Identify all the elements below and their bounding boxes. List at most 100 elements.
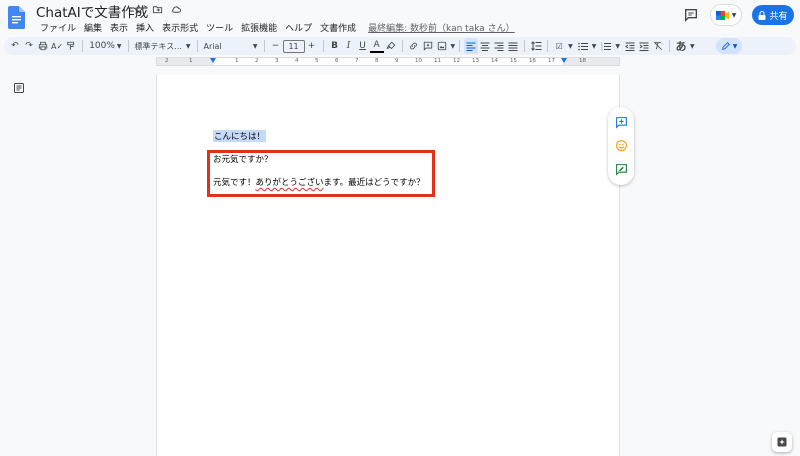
left-indent-marker[interactable] [210, 58, 216, 63]
formatting-toolbar: ↶ ↷ A✓ 100% ▼ 標準テキス... ▼ Arial ▼ − 11 + B I… [4, 37, 796, 55]
chevron-down-icon[interactable]: ▼ [568, 43, 573, 50]
toolbar-divider [459, 40, 461, 52]
svg-text:3: 3 [601, 47, 603, 51]
chevron-down-icon[interactable]: ▼ [451, 43, 456, 50]
increase-font-size-button[interactable]: + [305, 38, 319, 54]
cloud-status-icon[interactable] [169, 2, 183, 16]
right-indent-marker[interactable] [561, 58, 567, 63]
comment-history-icon[interactable] [683, 7, 699, 23]
svg-text:1: 1 [601, 42, 603, 46]
numbered-list-icon[interactable]: 123 [599, 38, 613, 54]
chevron-down-icon: ▼ [185, 42, 191, 50]
ruler-number: 10 [415, 58, 422, 64]
title-bar: ChatAIで文書作成 ファイル 編集 表示 挿入 表示形式 ツール 拡張機能 … [0, 0, 800, 34]
lock-icon [758, 10, 766, 20]
menu-edit[interactable]: 編集 [80, 21, 106, 34]
star-icon[interactable] [131, 2, 145, 16]
annotation-highlight-box [207, 150, 435, 197]
paragraph-greeting[interactable]: こんにちは！ [213, 130, 267, 142]
menu-extensions[interactable]: 拡張機能 [237, 21, 281, 34]
menu-help[interactable]: ヘルプ [281, 21, 316, 34]
ruler-number: 8 [375, 58, 379, 64]
last-edit-link[interactable]: 最終編集: 数秒前（kan taka さん） [364, 21, 519, 34]
add-comment-icon[interactable] [614, 116, 628, 130]
print-icon[interactable] [36, 38, 50, 54]
docs-window: ChatAIで文書作成 ファイル 編集 表示 挿入 表示形式 ツール 拡張機能 … [0, 0, 800, 456]
align-center-icon[interactable] [478, 38, 492, 54]
align-right-icon[interactable] [492, 38, 506, 54]
toolbar-divider [547, 40, 549, 52]
menu-tools[interactable]: ツール [202, 21, 237, 34]
document-page[interactable]: こんにちは！ お元気ですか？ 元気です！ありがとうございます。最近はどうですか？ [156, 75, 620, 456]
horizontal-ruler[interactable]: 2 1 1 2 3 4 5 6 7 8 9 10 11 12 13 14 15 … [156, 57, 620, 66]
svg-text:2: 2 [601, 44, 603, 48]
paragraph-style-select[interactable]: 標準テキス... ▼ [133, 38, 193, 54]
paragraph-style-value: 標準テキス... [134, 41, 182, 51]
share-button[interactable]: 共有 [752, 5, 794, 25]
clear-formatting-icon[interactable] [651, 38, 665, 54]
ruler-number: 4 [295, 58, 299, 64]
checklist-icon[interactable]: ☑ [552, 38, 566, 54]
chevron-down-icon: ▼ [732, 42, 738, 50]
text-color-icon[interactable]: A [369, 40, 384, 53]
ruler-number: 14 [491, 58, 498, 64]
chevron-down-icon: ▼ [252, 42, 258, 50]
toolbar-divider [82, 40, 84, 52]
menu-view[interactable]: 表示 [106, 21, 132, 34]
italic-icon[interactable]: I [342, 38, 356, 54]
menu-doc-writing[interactable]: 文書作成 [316, 21, 360, 34]
insert-image-icon[interactable] [435, 38, 449, 54]
chevron-down-icon[interactable]: ▼ [690, 43, 695, 50]
bulleted-list-icon[interactable] [576, 38, 590, 54]
toolbar-divider [669, 40, 671, 52]
chevron-down-icon[interactable]: ▼ [592, 43, 597, 50]
highlight-color-icon[interactable] [384, 38, 398, 54]
underline-icon[interactable]: U [356, 38, 370, 54]
suggest-edits-icon[interactable] [614, 162, 628, 176]
zoom-select[interactable]: 100% ▼ [87, 38, 123, 54]
ruler-number: 1 [235, 58, 239, 64]
increase-indent-icon[interactable] [637, 38, 651, 54]
ruler-number: 2 [255, 58, 259, 64]
explore-sparkle-icon [777, 437, 787, 447]
input-tools-button[interactable]: あ [674, 38, 688, 54]
bold-icon[interactable]: B [328, 38, 342, 54]
menu-format[interactable]: 表示形式 [158, 21, 202, 34]
line-spacing-icon[interactable] [529, 38, 543, 54]
ruler-number: 7 [355, 58, 359, 64]
ruler-number: 5 [315, 58, 319, 64]
toolbar-divider [401, 40, 403, 52]
undo-icon[interactable]: ↶ [8, 38, 22, 54]
explore-button[interactable] [772, 432, 792, 452]
docs-logo-icon[interactable] [8, 6, 25, 29]
emoji-reaction-icon[interactable] [614, 139, 628, 153]
align-left-icon[interactable] [464, 38, 479, 54]
ruler-right-margin[interactable] [563, 58, 619, 65]
ruler-number: 13 [472, 58, 479, 64]
spellcheck-icon[interactable]: A✓ [50, 38, 64, 54]
ruler-number: 17 [548, 58, 555, 64]
redo-icon[interactable]: ↷ [22, 38, 36, 54]
menu-file[interactable]: ファイル [36, 21, 80, 34]
toolbar-divider [263, 40, 265, 52]
ruler-number: 9 [395, 58, 399, 64]
insert-link-icon[interactable] [407, 38, 421, 54]
ruler-number: 1 [189, 58, 193, 64]
move-folder-icon[interactable] [150, 2, 164, 16]
menu-insert[interactable]: 挿入 [132, 21, 158, 34]
ruler-number: 6 [335, 58, 339, 64]
font-select[interactable]: Arial ▼ [202, 38, 260, 54]
decrease-font-size-button[interactable]: − [269, 38, 283, 54]
chevron-down-icon[interactable]: ▼ [615, 43, 620, 50]
font-size-input[interactable]: 11 [282, 39, 305, 53]
editing-mode-button[interactable]: ▼ [716, 38, 742, 54]
add-comment-icon[interactable] [421, 38, 435, 54]
document-outline-icon[interactable] [13, 82, 25, 94]
toolbar-divider [322, 40, 324, 52]
meet-button[interactable]: ▼ [710, 4, 742, 26]
ruler-number: 12 [453, 58, 460, 64]
decrease-indent-icon[interactable] [623, 38, 637, 54]
align-justify-icon[interactable] [506, 38, 520, 54]
ruler-number: 11 [434, 58, 441, 64]
paint-format-icon[interactable] [64, 38, 78, 54]
